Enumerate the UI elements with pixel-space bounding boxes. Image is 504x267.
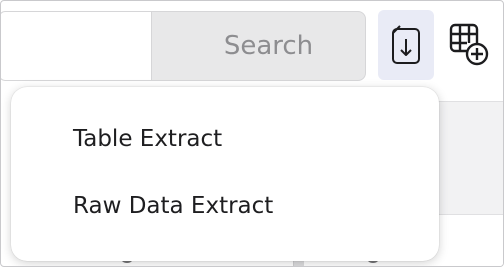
add-table-button[interactable] (439, 10, 499, 80)
search-button[interactable]: Search (151, 11, 366, 81)
menu-item-table-extract[interactable]: Table Extract (73, 126, 222, 152)
download-icon (392, 25, 420, 64)
search-input[interactable] (1, 11, 151, 81)
app-frame: Search Y Table Extract Raw Data Extract (0, 0, 504, 267)
table-add-icon (449, 23, 489, 66)
download-button[interactable] (378, 10, 434, 80)
download-menu: Table Extract Raw Data Extract (11, 87, 439, 261)
menu-item-raw-data-extract[interactable]: Raw Data Extract (73, 193, 273, 219)
